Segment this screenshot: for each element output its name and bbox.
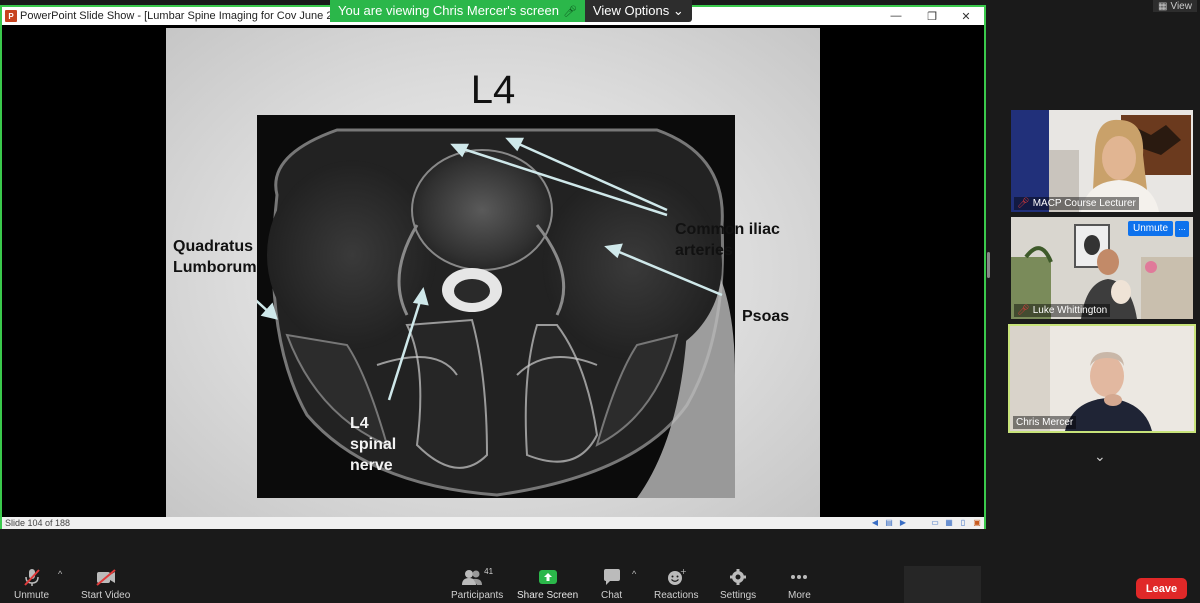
view-label: View — [1170, 0, 1192, 12]
video-tile-chris-mercer[interactable]: Chris Mercer — [1008, 324, 1196, 433]
previous-slide-icon[interactable]: ◀ — [870, 518, 880, 527]
share-screen-button[interactable]: Share Screen — [517, 567, 578, 601]
gear-icon — [728, 567, 748, 587]
slide-sorter-icon[interactable]: ▦ — [944, 518, 954, 527]
share-screen-label: Share Screen — [517, 590, 579, 601]
chat-options-caret-icon[interactable]: ^ — [632, 569, 636, 579]
powerpoint-icon: P — [5, 10, 17, 22]
slide-counter: Slide 104 of 188 — [5, 518, 71, 528]
settings-button[interactable]: Settings — [720, 567, 756, 601]
next-slide-icon[interactable]: ▶ — [898, 518, 908, 527]
share-screen-icon — [537, 567, 559, 587]
svg-text:+: + — [680, 568, 686, 576]
audio-options-caret-icon[interactable]: ^ — [58, 569, 62, 579]
screen-share-banner: You are viewing Chris Mercer's screen 🎤︎ … — [330, 0, 692, 22]
normal-view-icon[interactable]: ▭ — [930, 518, 940, 527]
meeting-toolbar: Unmute ^ Start Video 41 Participants Sha… — [0, 563, 1200, 603]
label-quadratus-lumborum: Quadratus Lumborum — [173, 238, 257, 276]
participant-name-tag: 🎤︎ MACP Course Lecturer — [1014, 197, 1139, 210]
chat-button[interactable]: Chat — [601, 567, 622, 601]
close-button[interactable]: ✕ — [948, 7, 984, 25]
chevron-down-icon[interactable]: ⌄ — [1094, 448, 1106, 465]
viewing-screen-text: You are viewing Chris Mercer's screen — [338, 3, 559, 18]
participant-name: MACP Course Lecturer — [1032, 198, 1136, 209]
view-options-button[interactable]: View Options ⌄ — [584, 0, 692, 22]
shared-screen: P PowerPoint Slide Show - [Lumbar Spine … — [0, 5, 986, 529]
label-psoas: Psoas — [742, 308, 790, 325]
chevron-down-icon: ⌄ — [672, 3, 684, 18]
more-button[interactable]: More — [788, 567, 811, 601]
slide-heading: L4 — [470, 68, 516, 112]
label-l4-spinal-nerve: L4 spinal nerve — [350, 415, 397, 474]
grid-icon: ▦ — [1158, 0, 1168, 12]
more-label: More — [788, 590, 811, 601]
participants-icon: 41 — [461, 567, 493, 587]
more-icon — [789, 567, 809, 587]
reactions-icon: + — [666, 567, 686, 587]
start-video-label: Start Video — [81, 590, 131, 601]
reading-view-icon[interactable]: ▯ — [958, 518, 968, 527]
unmute-button[interactable]: Unmute — [14, 567, 49, 601]
slide: L4 Quadratus Lumborum Common iliac arter… — [166, 28, 820, 518]
tile-unmute-button[interactable]: Unmute — [1127, 221, 1173, 236]
powerpoint-status-bar: Slide 104 of 188 ◀ ▤ ▶ ▭ ▦ ▯ ▣ — [2, 517, 984, 529]
view-button[interactable]: ▦ View — [1153, 0, 1197, 12]
mri-axial-image — [257, 115, 735, 498]
participant-name: Chris Mercer — [1016, 417, 1074, 428]
muted-mic-icon: 🎤︎ — [1017, 198, 1030, 209]
chat-label: Chat — [601, 590, 623, 601]
video-tile-luke-whittington[interactable]: Unmute ... 🎤︎ Luke Whittington — [1011, 217, 1193, 319]
participant-count-badge: 41 — [484, 567, 494, 576]
settings-label: Settings — [720, 590, 757, 601]
panel-resize-handle[interactable] — [987, 252, 990, 278]
self-view-thumbnail — [904, 566, 981, 603]
participants-label: Participants — [451, 590, 504, 601]
reactions-button[interactable]: + Reactions — [654, 567, 698, 601]
muted-mic-icon: 🎤︎ — [562, 6, 577, 18]
reactions-label: Reactions — [654, 590, 699, 601]
participant-name-tag: Chris Mercer — [1013, 416, 1077, 429]
participant-name: Luke Whittington — [1032, 305, 1108, 316]
label-common-iliac-arteries: Common iliac arteries — [675, 221, 780, 259]
participant-name-tag: 🎤︎ Luke Whittington — [1014, 304, 1111, 317]
unmute-label: Unmute — [14, 590, 50, 601]
powerpoint-window-title: PowerPoint Slide Show - [Lumbar Spine Im… — [20, 10, 350, 22]
leave-button[interactable]: Leave — [1136, 578, 1187, 599]
slide-show-area: L4 Quadratus Lumborum Common iliac arter… — [2, 25, 984, 518]
viewing-screen-notice: You are viewing Chris Mercer's screen 🎤︎ — [330, 0, 585, 22]
video-off-icon — [95, 567, 117, 587]
minimize-button[interactable]: — — [878, 7, 914, 25]
zoom-meeting-window: P PowerPoint Slide Show - [Lumbar Spine … — [0, 0, 1200, 603]
restore-button[interactable]: ❐ — [914, 7, 950, 25]
muted-mic-icon: 🎤︎ — [1017, 305, 1030, 316]
video-tile-macp-course-lecturer[interactable]: 🎤︎ MACP Course Lecturer — [1011, 110, 1193, 212]
view-options-label: View Options — [592, 3, 670, 18]
slideshow-icon[interactable]: ▣ — [972, 518, 982, 527]
start-video-button[interactable]: Start Video — [81, 567, 130, 601]
participants-button[interactable]: 41 Participants — [451, 567, 503, 601]
chat-icon — [602, 567, 622, 587]
muted-microphone-icon — [22, 567, 42, 587]
menu-icon[interactable]: ▤ — [884, 518, 894, 527]
mri-scan-illustration — [257, 115, 735, 498]
tile-more-options-button[interactable]: ... — [1175, 221, 1189, 237]
